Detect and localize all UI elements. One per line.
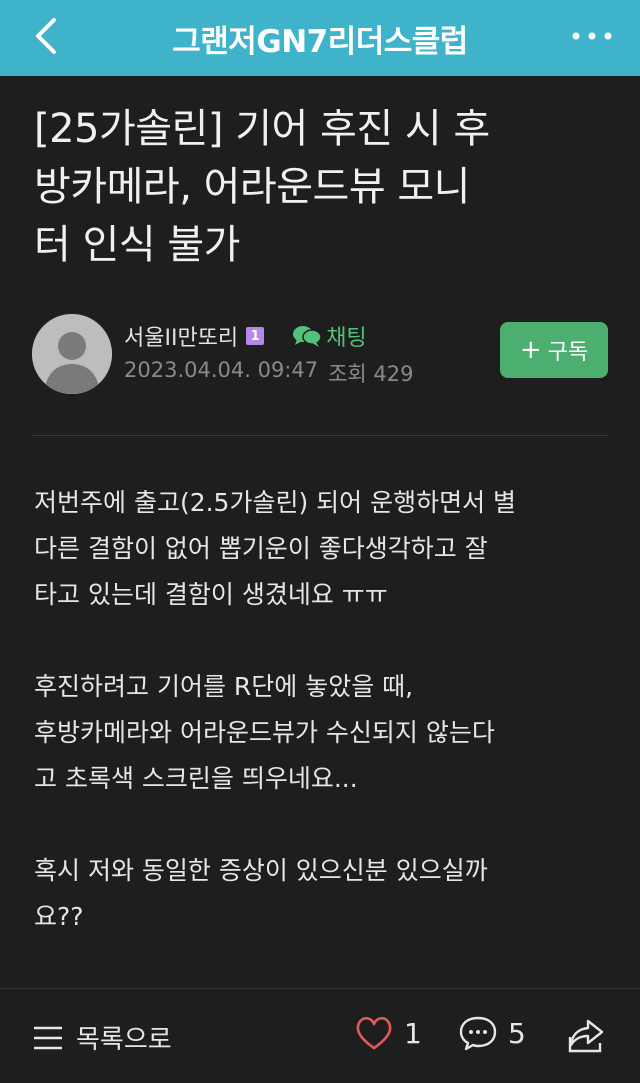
menu-lines-icon (34, 1026, 62, 1049)
avatar[interactable] (32, 314, 112, 394)
more-options-button[interactable] (568, 20, 616, 52)
body-line: 저번주에 출고(2.5가솔린) 되어 운행하면서 별 (34, 488, 517, 517)
share-icon (568, 1019, 604, 1053)
comment-bubble-icon (459, 1016, 497, 1051)
back-button[interactable] (28, 16, 68, 56)
top-bar: 그랜저GN7리더스클럽 (0, 0, 640, 76)
body-line: 후진하려고 기어를 R단에 놓았을 때, (34, 672, 414, 701)
body-line: 고 초록색 스크린을 띄우네요... (34, 764, 358, 793)
list-label: 목록으로 (76, 1025, 172, 1055)
divider (32, 435, 608, 436)
like-button[interactable]: 1 (354, 1015, 422, 1051)
post-date: 2023.04.04. 09:47 (124, 358, 319, 382)
list-button[interactable]: 목록으로 (32, 1019, 172, 1056)
body-line: 요?? (34, 902, 84, 931)
post-meta: 2023.04.04. 09:47 조회 429 (124, 358, 414, 388)
like-count: 1 (404, 1016, 422, 1050)
level-badge: 1 (246, 327, 265, 345)
cafe-title: 그랜저GN7리더스클럽 (172, 23, 468, 60)
heart-icon (356, 1016, 392, 1050)
more-dots-icon (572, 32, 612, 40)
post-title-line: [25가솔린] 기어 후진 시 후 (34, 106, 490, 152)
body-line: 타고 있는데 결함이 생겼네요 ㅠㅠ (34, 580, 388, 609)
comment-count: 5 (508, 1016, 526, 1050)
plus-icon: + (519, 335, 542, 365)
body-line: 후방카메라와 어라운드뷰가 수신되지 않는다 (34, 718, 495, 747)
chat-bubble-icon (293, 326, 322, 347)
subscribe-button[interactable]: + 구독 (500, 322, 608, 378)
share-button[interactable] (566, 1017, 606, 1057)
chat-label: 채팅 (326, 326, 367, 351)
view-count: 조회 429 (328, 362, 414, 386)
post-title: [25가솔린] 기어 후진 시 후 방카메라, 어라운드뷰 모니 터 인식 불가 (34, 100, 594, 274)
default-avatar-icon (32, 314, 112, 394)
subscribe-label: 구독 (547, 340, 589, 365)
body-line: 혹시 저와 동일한 증상이 있으신분 있으실까 (34, 856, 488, 885)
author-row: 서울II만또리 1 채팅 (124, 320, 367, 352)
post-title-line: 방카메라, 어라운드뷰 모니 (34, 164, 470, 210)
chat-button[interactable]: 채팅 (292, 320, 367, 352)
author-name[interactable]: 서울II만또리 (124, 320, 238, 352)
post-body: 저번주에 출고(2.5가솔린) 되어 운행하면서 별 다른 결함이 없어 뽑기운… (34, 480, 614, 940)
body-line: 다른 결함이 없어 뽑기운이 좋다생각하고 잘 (34, 534, 488, 563)
bottom-bar: 목록으로 1 5 (0, 988, 640, 1083)
back-arrow-icon (36, 18, 56, 54)
post-title-line: 터 인식 불가 (34, 222, 240, 268)
comment-button[interactable]: 5 (458, 1015, 526, 1051)
